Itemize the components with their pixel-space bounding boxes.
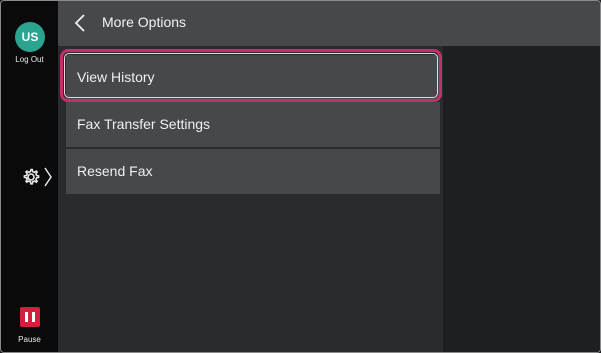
logout-label[interactable]: Log Out [1,55,58,64]
chevron-right-icon[interactable] [43,166,53,188]
left-rail: US Log Out Pause [1,1,58,352]
header-bar: More Options [58,1,600,46]
menu-item-fax-transfer-settings[interactable]: Fax Transfer Settings [66,102,440,147]
user-avatar[interactable]: US [15,22,45,52]
side-panel [443,46,600,352]
chevron-left-icon[interactable] [74,13,86,33]
pause-button[interactable] [20,307,40,327]
device-screen: US Log Out Pause More Options View Histo… [0,0,601,353]
pause-icon-bar [32,312,35,322]
gear-icon[interactable] [21,167,41,187]
menu-item-view-history[interactable]: View History [66,55,440,100]
menu-divider [66,147,440,148]
menu-item-resend-fax[interactable]: Resend Fax [66,149,440,194]
menu-divider [66,100,440,101]
pause-icon [25,312,28,322]
pause-label: Pause [18,335,41,344]
page-title: More Options [102,14,187,30]
